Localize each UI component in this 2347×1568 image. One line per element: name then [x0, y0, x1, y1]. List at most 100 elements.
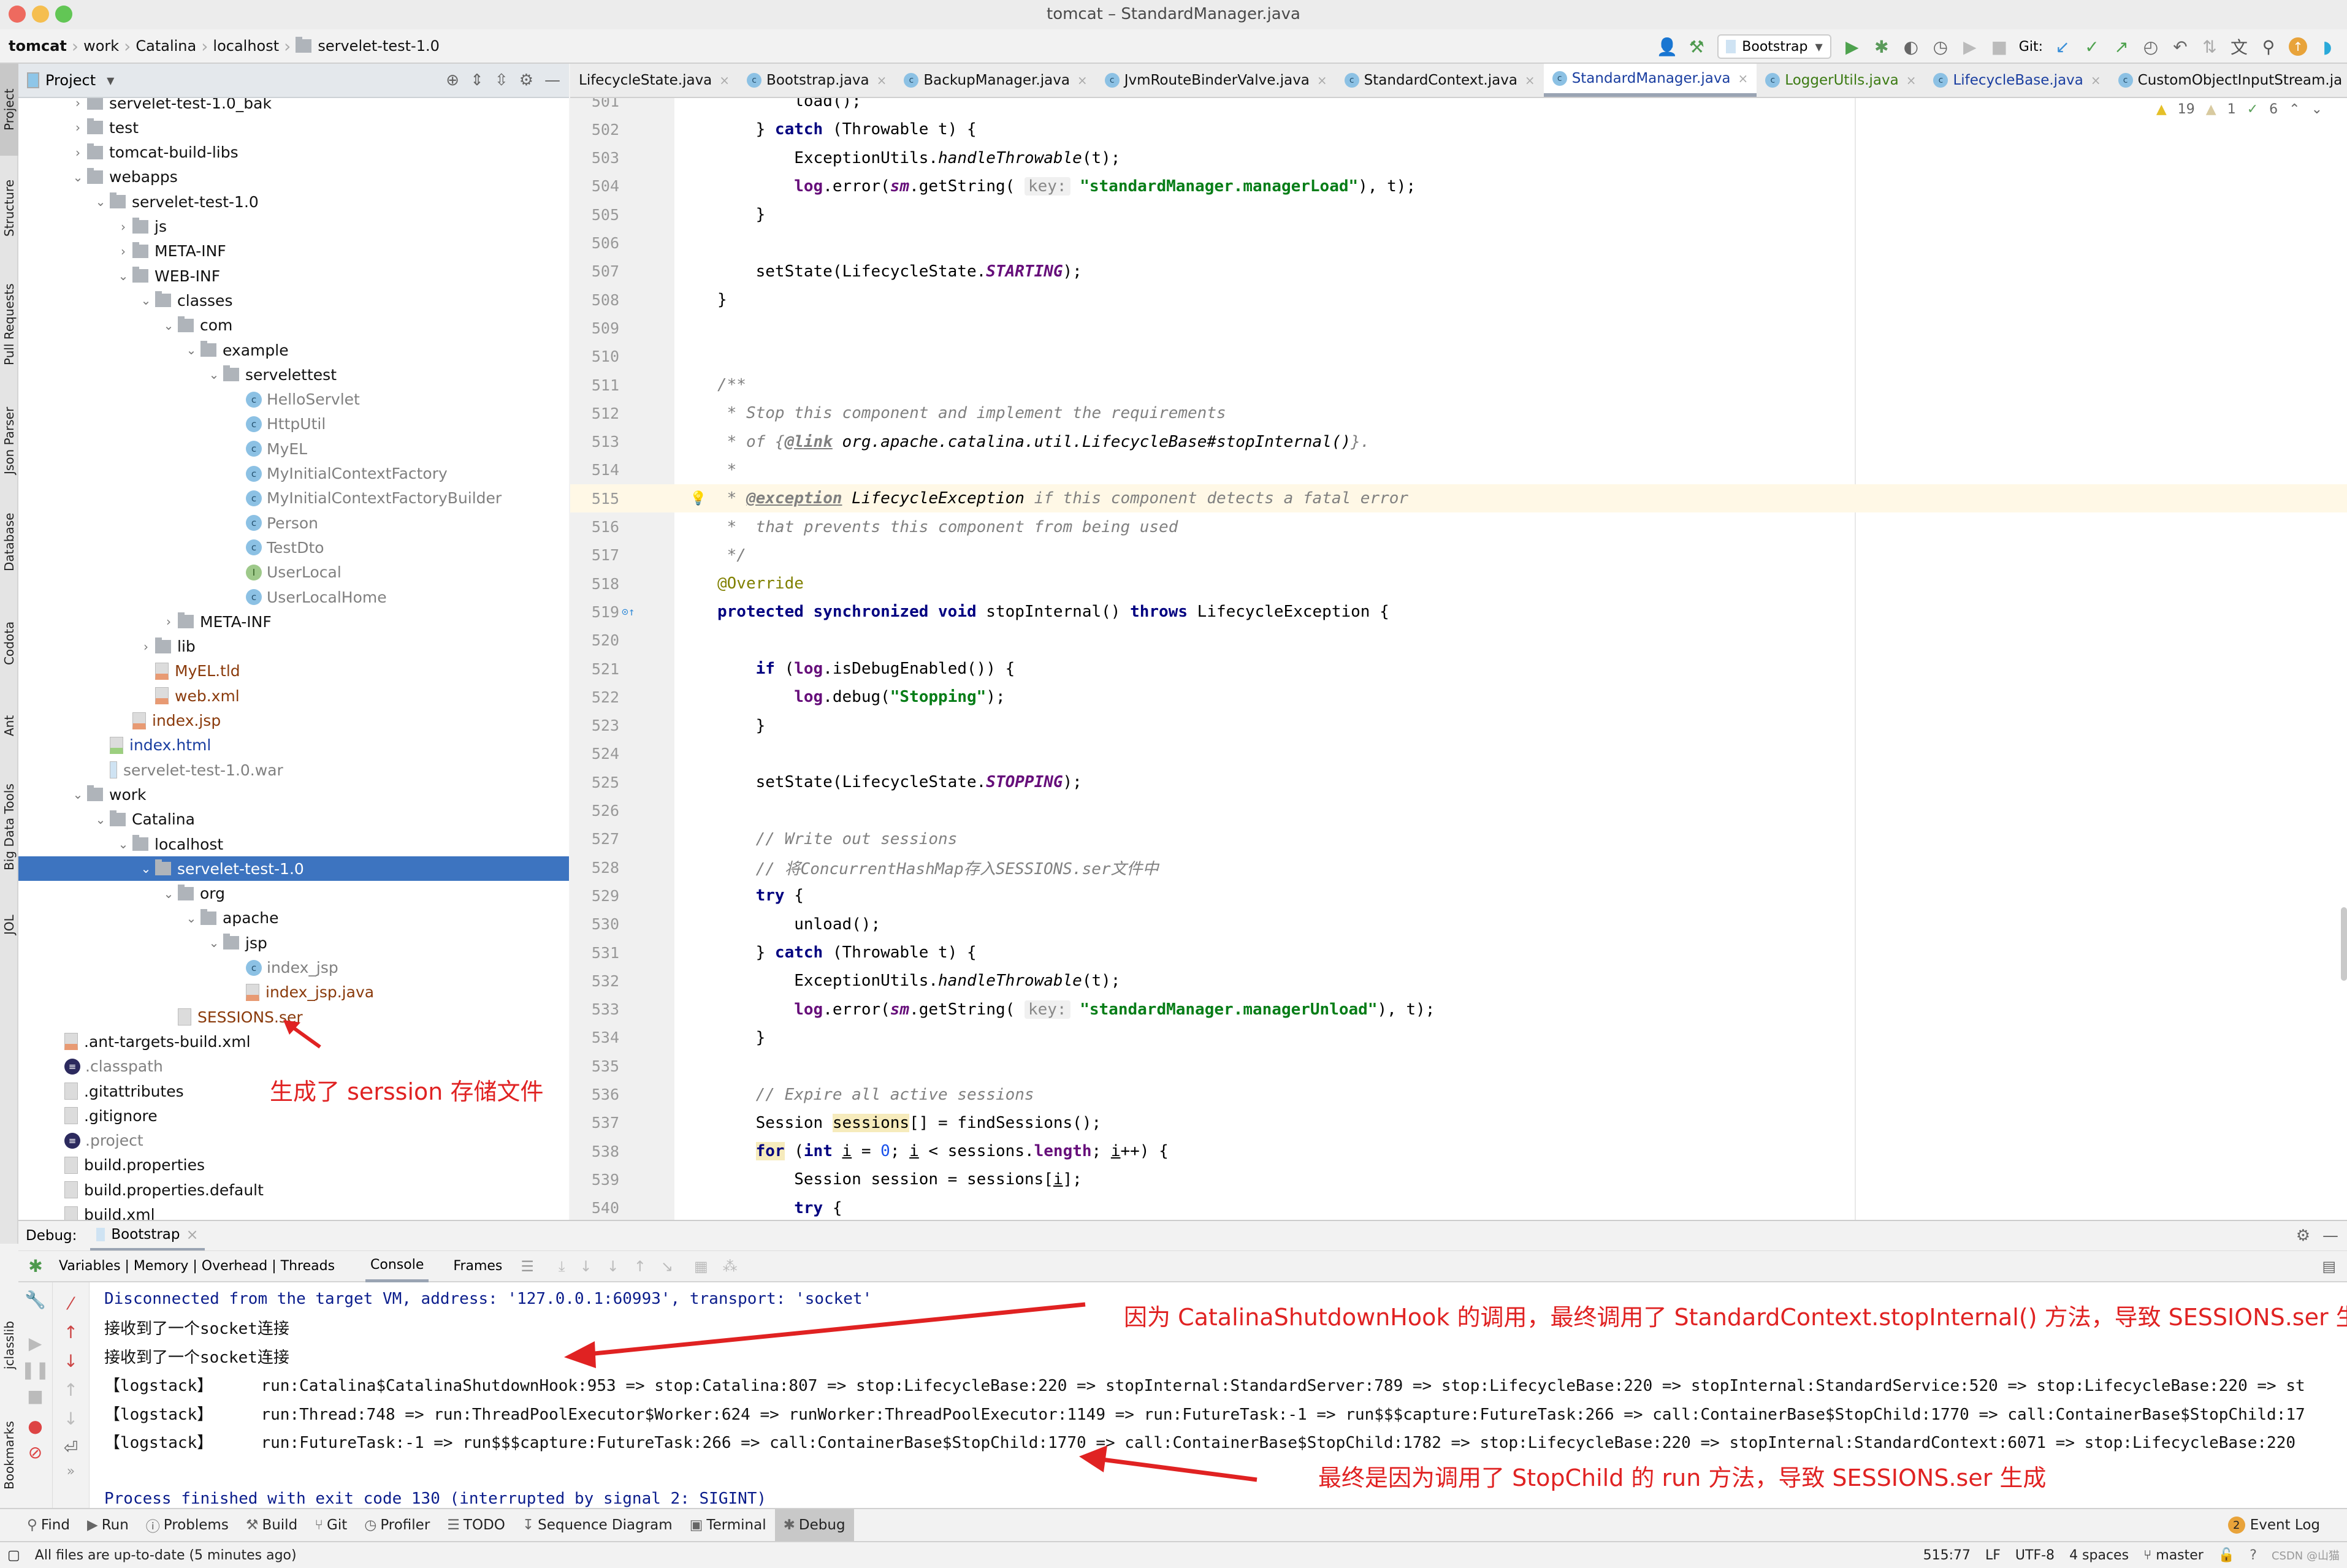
locate-icon[interactable]: ⊕: [446, 71, 459, 89]
tree-item[interactable]: ⌄ work: [18, 782, 569, 807]
previous-highlight-icon[interactable]: ⌃: [2289, 102, 2300, 117]
tree-item[interactable]: c index_jsp: [18, 956, 569, 980]
editor-tab[interactable]: c LifecycleBase.java ×: [1925, 64, 2109, 97]
tool-button-debug[interactable]: ✱ Debug: [774, 1509, 854, 1541]
tree-item[interactable]: › test: [18, 115, 569, 140]
breadcrumb-item[interactable]: work: [78, 37, 124, 55]
line-number[interactable]: 534: [570, 1029, 619, 1046]
run-config-select[interactable]: Bootstrap ▼: [1717, 34, 1831, 59]
tool-tab-ant[interactable]: Ant: [0, 695, 18, 756]
show-execution-point-icon[interactable]: ⤓: [559, 1258, 565, 1275]
chevron-right-icon[interactable]: ›: [114, 244, 132, 259]
line-number[interactable]: 509: [570, 319, 619, 337]
tree-item[interactable]: index.html: [18, 733, 569, 758]
tool-tab-bookmarks[interactable]: Bookmarks: [0, 1403, 18, 1507]
close-tab-icon[interactable]: ×: [877, 73, 887, 88]
line-number[interactable]: 530: [570, 915, 619, 933]
editor-tab[interactable]: c StandardManager.java ×: [1543, 64, 1757, 97]
tree-item[interactable]: › js: [18, 215, 569, 239]
line-number[interactable]: 538: [570, 1143, 619, 1160]
tree-item[interactable]: servelet-test-1.0.war: [18, 758, 569, 782]
tool-button-sequence-diagram[interactable]: ↧ Sequence Diagram: [514, 1509, 681, 1541]
line-number[interactable]: 505: [570, 206, 619, 224]
translate-icon[interactable]: 文: [2226, 33, 2253, 60]
tree-item[interactable]: build.properties: [18, 1153, 569, 1178]
step-out-icon[interactable]: ↑: [634, 1258, 646, 1275]
trace-icon[interactable]: ⁂: [723, 1258, 738, 1275]
tool-tab-structure[interactable]: Structure: [0, 162, 18, 254]
tree-item[interactable]: ⌄ example: [18, 338, 569, 362]
chevron-down-icon[interactable]: ⌄: [205, 935, 223, 950]
tool-button-run[interactable]: ▶ Run: [78, 1509, 137, 1541]
user-icon[interactable]: 👤: [1654, 33, 1681, 60]
tree-item[interactable]: I UserLocal: [18, 560, 569, 585]
chevron-down-icon[interactable]: ⌄: [91, 812, 110, 827]
settings-gear-icon[interactable]: ⚙: [2296, 1227, 2310, 1245]
tree-item[interactable]: ⌄ jsp: [18, 931, 569, 955]
chevron-down-icon[interactable]: ⌄: [69, 170, 87, 185]
tree-item[interactable]: › tomcat-build-libs: [18, 140, 569, 165]
tree-item[interactable]: c HttpUtil: [18, 412, 569, 436]
close-tab-icon[interactable]: ×: [186, 1226, 198, 1243]
close-tab-icon[interactable]: ×: [719, 73, 730, 88]
line-number[interactable]: 516: [570, 518, 619, 536]
project-panel-title[interactable]: Project: [45, 72, 96, 89]
tree-item[interactable]: › lib: [18, 634, 569, 659]
step-over-icon[interactable]: ↓: [580, 1258, 592, 1275]
chevron-down-icon[interactable]: ▼: [107, 75, 114, 86]
editor-tab[interactable]: c Bootstrap.java ×: [738, 64, 895, 97]
close-tab-icon[interactable]: ×: [1906, 73, 1917, 88]
line-number[interactable]: 522: [570, 688, 619, 706]
hide-panel-icon[interactable]: —: [2322, 1227, 2338, 1245]
lightbulb-icon[interactable]: 💡: [690, 491, 706, 506]
pause-program-icon[interactable]: ❚❚: [18, 1360, 52, 1380]
line-number[interactable]: 517: [570, 546, 619, 564]
line-number[interactable]: 504: [570, 177, 619, 195]
stop-icon[interactable]: ■: [1986, 33, 2013, 60]
tool-tab-pull-requests[interactable]: Pull Requests: [0, 263, 18, 386]
line-number[interactable]: 508: [570, 291, 619, 309]
chevron-down-icon[interactable]: ⌄: [114, 268, 132, 283]
editor-scrollbar[interactable]: [2341, 907, 2347, 981]
line-number[interactable]: 512: [570, 405, 619, 422]
chevron-down-icon[interactable]: ⌄: [137, 861, 155, 876]
tree-item[interactable]: c MyEL: [18, 436, 569, 461]
editor-tab[interactable]: c StandardContext.java ×: [1336, 64, 1544, 97]
line-number[interactable]: 532: [570, 972, 619, 990]
close-tab-icon[interactable]: ×: [1317, 73, 1327, 88]
tab-variables[interactable]: Variables | Memory | Overhead | Threads: [59, 1258, 335, 1274]
tree-item[interactable]: ⌄ localhost: [18, 832, 569, 856]
debug-icon[interactable]: ✱: [1868, 33, 1895, 60]
tree-item[interactable]: ⌄ servelet-test-1.0: [18, 856, 569, 881]
resume-program-icon[interactable]: ▶: [18, 1333, 52, 1353]
resume-icon[interactable]: ▶: [1956, 33, 1983, 60]
tree-item[interactable]: › META-INF: [18, 609, 569, 634]
line-number[interactable]: 529: [570, 887, 619, 905]
tool-tab-database[interactable]: Database: [0, 496, 18, 588]
line-number[interactable]: 521: [570, 660, 619, 678]
line-number[interactable]: 511: [570, 376, 619, 394]
line-number[interactable]: 503: [570, 149, 619, 167]
line-number[interactable]: 535: [570, 1057, 619, 1075]
line-number[interactable]: 507: [570, 262, 619, 280]
tree-item[interactable]: ⌄ org: [18, 881, 569, 906]
tree-item[interactable]: › servelet-test-1.0_bak: [18, 98, 569, 115]
debug-session-tab[interactable]: Bootstrap ×: [90, 1220, 205, 1251]
editor-tab[interactable]: c JvmRouteBinderValve.java ×: [1096, 64, 1336, 97]
chevron-down-icon[interactable]: ⌄: [182, 911, 200, 926]
tab-console[interactable]: Console: [365, 1250, 429, 1282]
line-number[interactable]: 501: [570, 98, 619, 110]
tree-item[interactable]: web.xml: [18, 683, 569, 708]
editor-tab[interactable]: c LoggerUtils.java ×: [1757, 64, 1925, 97]
tree-item[interactable]: ⌄ apache: [18, 906, 569, 931]
run-icon[interactable]: ▶: [1839, 33, 1866, 60]
more-icon[interactable]: »: [53, 1464, 89, 1479]
stop-program-icon[interactable]: ■: [18, 1386, 52, 1406]
line-number[interactable]: 506: [570, 234, 619, 252]
chevron-down-icon[interactable]: ⌄: [91, 194, 110, 209]
chevron-right-icon[interactable]: ›: [159, 614, 178, 629]
line-number[interactable]: 519: [570, 603, 619, 621]
chevron-down-icon[interactable]: ⌄: [69, 787, 87, 802]
file-encoding[interactable]: UTF-8: [2008, 1548, 2062, 1563]
inspection-widget[interactable]: ▲ 19 ▲ 1 ✓ 6 ⌃ ⌄: [2156, 102, 2322, 117]
